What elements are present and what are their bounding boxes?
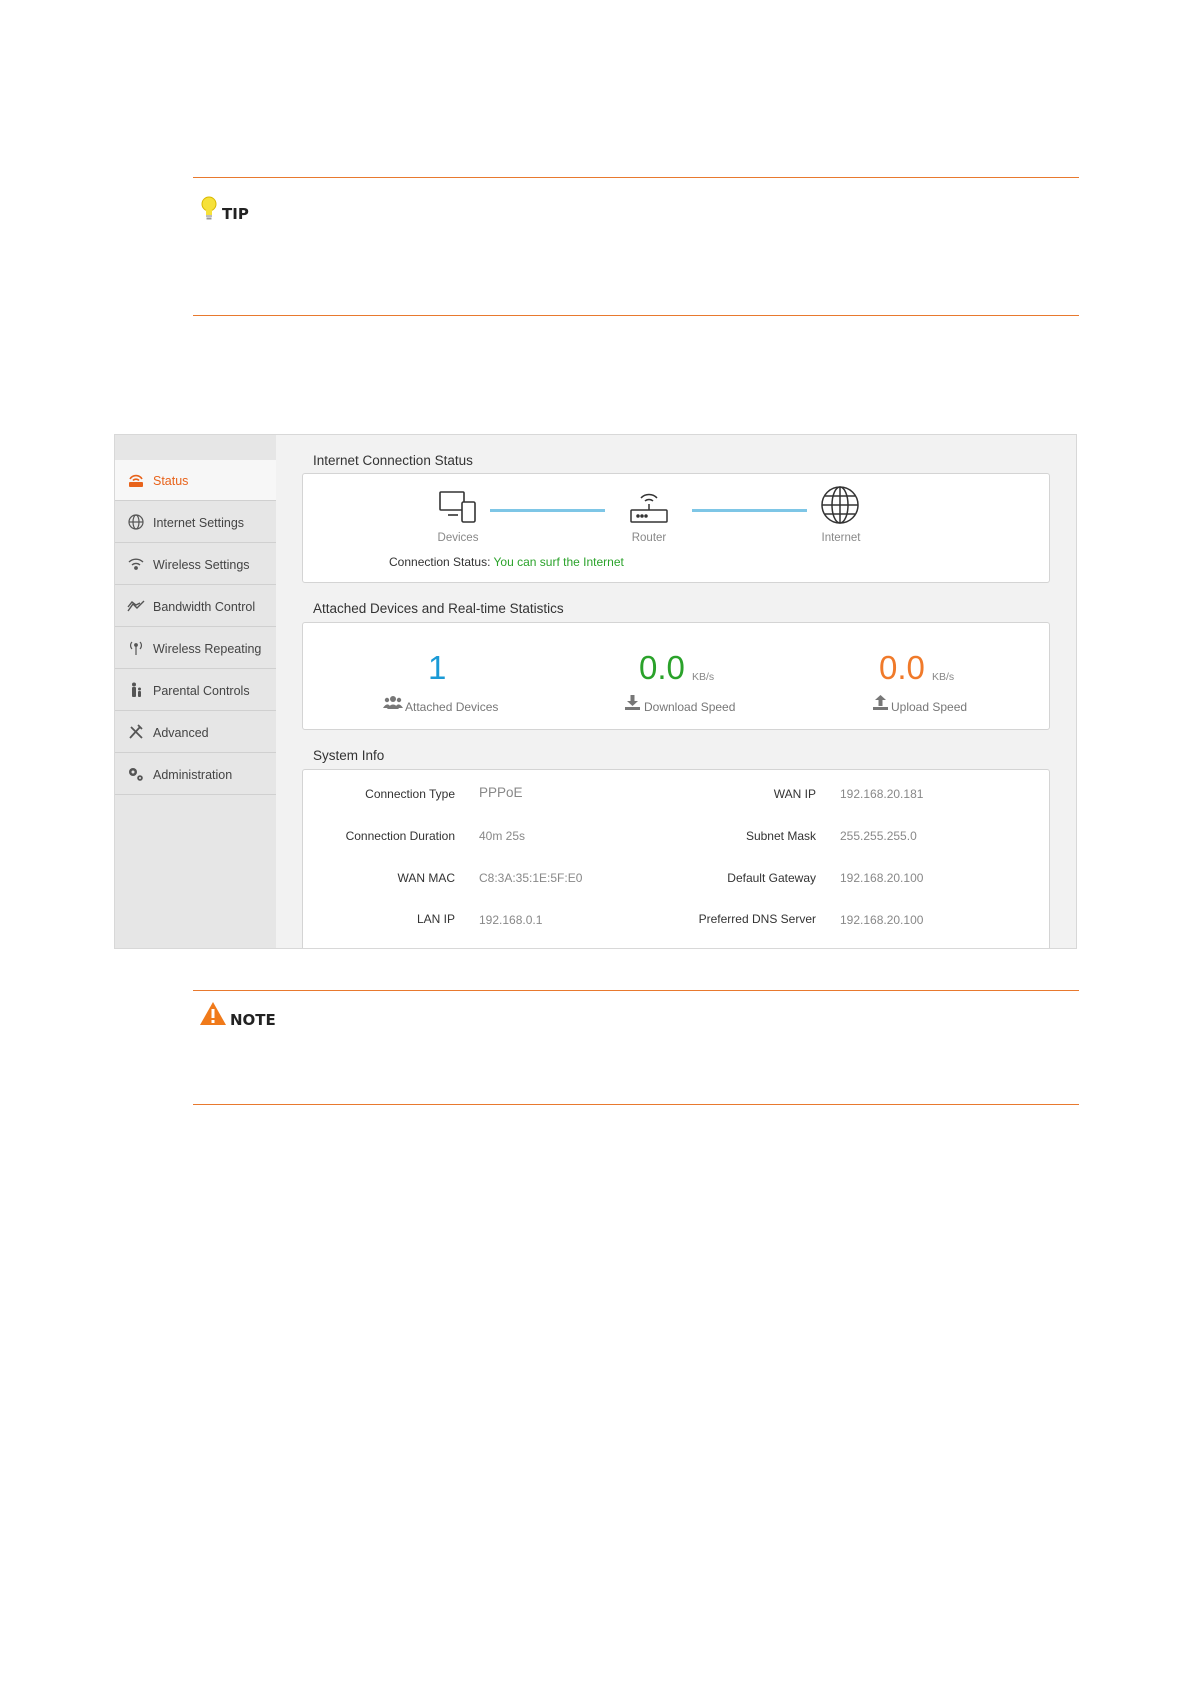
info-value-preferred-dns: 192.168.20.100	[840, 913, 924, 927]
upload-speed-value: 0.0	[879, 649, 925, 686]
devices-label: Devices	[437, 532, 479, 544]
antenna-icon	[127, 640, 145, 656]
sidebar-item-status[interactable]: Status	[115, 460, 276, 501]
router-label: Router	[631, 532, 667, 544]
router-icon	[127, 472, 145, 488]
download-speed-value: 0.0	[639, 649, 685, 686]
info-label-connection-type: Connection Type	[365, 787, 455, 801]
sidebar-item-label: Internet Settings	[153, 516, 245, 530]
upload-icon	[873, 695, 888, 715]
attached-devices-count[interactable]: 1	[428, 649, 446, 687]
sidebar-item-parental-controls[interactable]: Parental Controls	[115, 670, 276, 711]
sidebar-item-administration[interactable]: Administration	[115, 754, 276, 795]
internet-label: Internet	[821, 532, 861, 544]
sidebar-item-bandwidth-control[interactable]: Bandwidth Control	[115, 586, 276, 627]
connection-status-panel: Devices Router Internet Connection Statu…	[302, 473, 1050, 583]
stats-panel: 1 Attached Devices 0.0 KB/s Download Spe…	[302, 622, 1050, 730]
bandwidth-icon	[127, 598, 145, 614]
sidebar-item-wireless-repeating[interactable]: Wireless Repeating	[115, 628, 276, 669]
download-speed-label: Download Speed	[644, 700, 736, 714]
note-label: NOTE	[230, 1011, 276, 1029]
lightbulb-icon	[201, 196, 217, 227]
download-speed-unit: KB/s	[692, 671, 715, 683]
sidebar-item-label: Administration	[153, 768, 233, 782]
router-status-screenshot: Status Internet Settings Wireless Settin…	[114, 434, 1077, 949]
info-value-connection-duration: 40m 25s	[479, 829, 526, 843]
info-value-lan-ip: 192.168.0.1	[479, 913, 543, 927]
info-value-default-gateway: 192.168.20.100	[840, 871, 924, 885]
sidebar-item-wireless-settings[interactable]: Wireless Settings	[115, 544, 276, 585]
system-info-title: System Info	[313, 748, 385, 763]
download-icon	[625, 695, 640, 715]
warning-icon	[199, 1001, 227, 1031]
tip-label: TIP	[222, 205, 249, 223]
sidebar-item-label: Advanced	[153, 726, 209, 740]
upload-speed-label: Upload Speed	[891, 700, 968, 714]
sidebar: Status Internet Settings Wireless Settin…	[115, 435, 276, 948]
info-value-connection-type: PPPoE	[479, 785, 523, 800]
upload-speed-unit: KB/s	[932, 671, 955, 683]
attached-devices-label: Attached Devices	[405, 700, 499, 714]
users-icon	[383, 695, 403, 715]
connection-status-label: Connection Status:	[389, 555, 491, 569]
sidebar-item-label: Wireless Repeating	[153, 642, 262, 656]
sidebar-item-advanced[interactable]: Advanced	[115, 712, 276, 753]
globe-icon	[127, 514, 145, 530]
tools-icon	[127, 724, 145, 740]
connection-status-title: Internet Connection Status	[313, 453, 473, 468]
info-label-preferred-dns: Preferred DNS Server	[698, 912, 816, 926]
sidebar-item-label: Wireless Settings	[153, 558, 250, 572]
info-label-wan-ip: WAN IP	[773, 787, 816, 801]
stats-title: Attached Devices and Real-time Statistic…	[313, 601, 564, 616]
info-label-default-gateway: Default Gateway	[727, 871, 816, 885]
globe-icon	[820, 485, 860, 530]
info-value-wan-mac: C8:3A:35:1E:5F:E0	[479, 871, 583, 885]
gears-icon	[127, 766, 145, 782]
sidebar-item-label: Parental Controls	[153, 684, 250, 698]
devices-router-link	[490, 509, 605, 512]
connection-status-line: Connection Status: You can surf the Inte…	[389, 555, 624, 569]
sidebar-item-label: Status	[153, 474, 189, 488]
info-label-wan-mac: WAN MAC	[397, 871, 455, 885]
info-label-subnet-mask: Subnet Mask	[745, 829, 816, 843]
info-value-subnet-mask: 255.255.255.0	[840, 829, 917, 843]
info-value-wan-ip: 192.168.20.181	[840, 787, 924, 801]
tip-callout: TIP	[193, 177, 1079, 316]
info-label-lan-ip: LAN IP	[416, 912, 455, 926]
devices-icon	[438, 490, 478, 529]
sidebar-item-label: Bandwidth Control	[153, 600, 256, 614]
wifi-icon	[127, 556, 145, 572]
connection-status-value: You can surf the Internet	[493, 555, 624, 569]
sidebar-item-internet-settings[interactable]: Internet Settings	[115, 502, 276, 543]
router-icon	[628, 488, 670, 529]
info-label-connection-duration: Connection Duration	[345, 829, 455, 843]
router-internet-link	[692, 509, 807, 512]
system-info-panel: Connection Type PPPoE Connection Duratio…	[302, 769, 1050, 948]
parent-child-icon	[127, 682, 145, 698]
note-callout: NOTE	[193, 990, 1079, 1105]
